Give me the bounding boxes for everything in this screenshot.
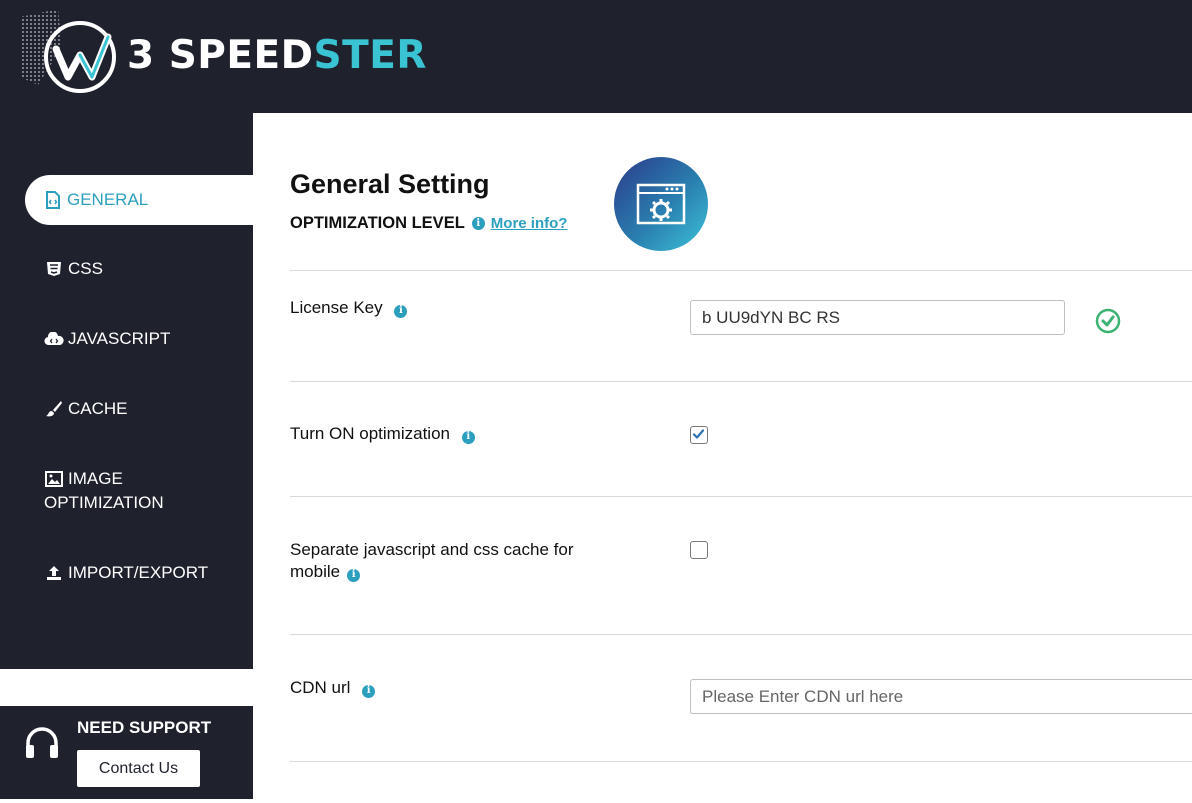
sidebar-item-label: GENERAL <box>67 190 149 209</box>
cdn-url-label: CDN url i <box>290 677 376 699</box>
info-icon[interactable]: i <box>394 304 408 318</box>
turn-on-optimization-checkbox[interactable] <box>690 426 708 444</box>
info-icon[interactable]: i <box>362 684 376 698</box>
license-key-label-text: License Key <box>290 298 383 317</box>
brand-logo: 3 SPEEDSTER <box>18 4 427 104</box>
license-key-input[interactable] <box>690 300 1065 335</box>
sidebar-item-label: JAVASCRIPT <box>68 329 171 348</box>
cdn-url-input[interactable] <box>690 679 1192 714</box>
brush-icon <box>44 399 64 419</box>
turn-on-optimization-label: Turn ON optimization i <box>290 423 475 445</box>
brand-name-suffix: STER <box>313 32 427 78</box>
separate-cache-label: Separate javascript and css cache for mo… <box>290 539 573 583</box>
brand-name-prefix: 3 SPEED <box>127 32 314 78</box>
separate-cache-checkbox[interactable] <box>690 541 708 559</box>
contact-us-button[interactable]: Contact Us <box>77 750 200 787</box>
sidebar-item-label: IMAGE <box>68 469 123 488</box>
info-icon[interactable]: i <box>461 430 475 444</box>
sidebar-item-label-row: IMAGE <box>44 469 123 489</box>
sidebar-item-import-export[interactable]: IMPORT/EXPORT <box>44 563 208 583</box>
separate-cache-label-line1: Separate javascript and css cache for <box>290 540 574 559</box>
sidebar-item-label: IMPORT/EXPORT <box>68 563 209 582</box>
cdn-url-label-text: CDN url <box>290 678 351 697</box>
main-panel: General Setting OPTIMIZATION LEVEL i Mor… <box>253 113 1192 803</box>
turn-on-optimization-label-text: Turn ON optimization <box>290 424 450 443</box>
css3-icon <box>44 259 64 279</box>
info-icon[interactable]: i <box>471 217 485 230</box>
headset-icon <box>26 727 58 758</box>
optimization-level-label: OPTIMIZATION LEVEL <box>290 214 465 232</box>
separate-cache-label-line2-row: mobile i <box>290 561 573 583</box>
divider <box>290 761 1192 762</box>
w3speedster-logo-icon <box>20 8 116 93</box>
divider <box>290 634 1192 635</box>
cloud-code-icon <box>44 329 64 349</box>
divider <box>290 496 1192 497</box>
sidebar-item-label: CSS <box>68 259 103 278</box>
file-code-icon <box>43 190 63 210</box>
support-title: NEED SUPPORT <box>77 718 212 737</box>
page-title: General Setting <box>290 169 490 199</box>
brand-name: 3 SPEEDSTER <box>127 33 427 78</box>
settings-window-icon <box>636 183 686 225</box>
divider <box>290 270 1192 271</box>
sidebar-item-label-line2: OPTIMIZATION <box>44 493 164 512</box>
license-key-label: License Key i <box>290 297 408 319</box>
upload-icon <box>44 563 64 583</box>
optimization-level: OPTIMIZATION LEVEL i More info? <box>290 214 567 233</box>
sidebar-item-cache[interactable]: CACHE <box>44 399 128 419</box>
check-circle-icon <box>1095 308 1121 334</box>
info-icon[interactable]: i <box>347 568 361 582</box>
support-box: NEED SUPPORT Contact Us <box>0 706 253 799</box>
image-icon <box>44 469 64 489</box>
separate-cache-label-line2: mobile <box>290 562 341 581</box>
sidebar-item-label: CACHE <box>68 399 128 418</box>
settings-badge <box>614 157 708 251</box>
sidebar-item-javascript[interactable]: JAVASCRIPT <box>44 329 170 349</box>
top-bar: 3 SPEEDSTER <box>0 0 1192 113</box>
divider <box>290 381 1192 382</box>
more-info-link[interactable]: More info? <box>491 215 568 232</box>
checkmark-icon <box>692 429 705 439</box>
sidebar: GENERAL CSS JAVASCRIPT CACHE IMAGE OPTIM… <box>0 113 253 669</box>
sidebar-item-image-optimization[interactable]: IMAGE OPTIMIZATION <box>44 469 164 513</box>
sidebar-item-general[interactable]: GENERAL <box>25 175 253 225</box>
sidebar-item-css[interactable]: CSS <box>44 259 103 279</box>
